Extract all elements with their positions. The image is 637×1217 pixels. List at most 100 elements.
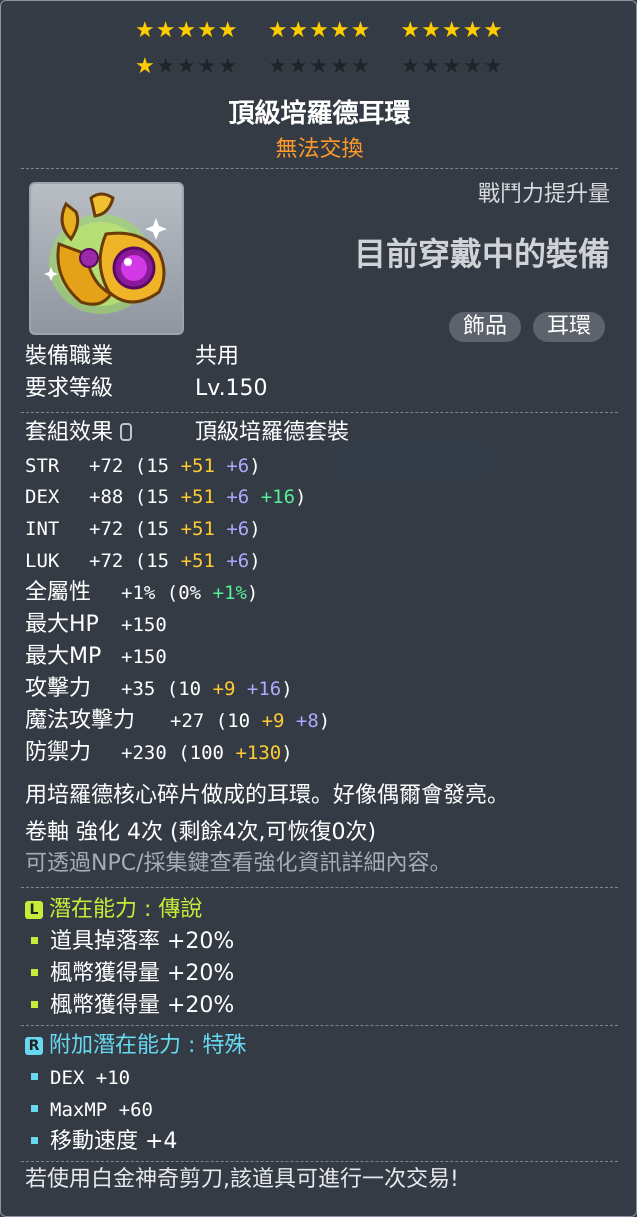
star-group: ★★★★★ [267,54,372,79]
stat-row-dex: DEX +88 (15 +51 +6 +16) [25,482,306,512]
star-force-row-2: ★★★★★ ★★★★★ ★★★★★ [1,55,637,79]
potential-line: 道具掉落率 +20% [25,927,234,957]
bullet-icon [31,1105,38,1112]
stat-total: +72 [89,550,124,572]
set-label-text: 套組效果 [25,420,114,445]
bullet-icon [31,1137,38,1144]
level-value: Lv.150 [195,376,268,401]
stat-base: 0% [178,582,202,604]
level-row: 要求等級 Lv.150 [25,374,268,404]
bullet-icon [31,1073,38,1080]
additional-potential-line: DEX +10 [25,1063,130,1093]
stat-total: +150 [121,646,167,668]
divider [21,1161,618,1163]
stat-name: STR [25,455,60,477]
stat-row-all-stat: 全屬性 +1% (0% +1%) [25,578,258,608]
stat-name: 最大HP [25,612,99,637]
tag-category: 飾品 [449,312,522,342]
potential-header: L 潛在能力 : 傳說 [25,895,202,925]
legendary-badge-icon: L [25,901,43,919]
star-group: ★★★★★ [400,18,505,43]
stat-star: +6 [226,455,250,477]
trade-scissors-note: 若使用白金神奇剪刀,該道具可進行一次交易! [25,1167,459,1192]
item-description: 用培羅德核心碎片做成的耳環。好像偶爾會發亮。 [25,783,510,808]
set-effect-value: 頂級培羅德套裝 [195,420,350,445]
stat-name: LUK [25,550,60,572]
stat-row-attack: 攻擊力 +35 (10 +9 +16) [25,674,293,704]
gold-purple-earring-icon [44,192,167,314]
additional-potential-text: MaxMP +60 [50,1099,153,1121]
stat-base: 15 [146,455,170,477]
item-tooltip: ★★★★★ ★★★★★ ★★★★★ ★★★★★ ★★★★★ ★★★★★ 頂級培羅… [0,0,637,1217]
additional-potential-header: R 附加潛在能力 : 特殊 [25,1031,246,1061]
stat-star: +6 [226,486,250,508]
star-force-row-1: ★★★★★ ★★★★★ ★★★★★ [1,19,637,43]
stat-name: INT [25,518,60,540]
stat-total: +27 [170,710,205,732]
stat-star: +6 [226,550,250,572]
stat-total: +35 [121,678,156,700]
stat-row-max-mp: 最大MP +150 [25,642,167,672]
stat-name: 全屬性 [25,580,92,605]
bullet-icon [31,969,38,976]
stat-row-magic-attack: 魔法攻擊力 +27 (10 +9 +8) [25,706,330,736]
divider [21,168,618,170]
lock-icon [120,423,133,441]
currently-equipped-label: 目前穿戴中的裝備 [353,235,610,273]
additional-potential-line: MaxMP +60 [25,1095,153,1125]
stat-row-defense: 防禦力 +230 (100 +130) [25,738,293,768]
stat-base: 15 [146,486,170,508]
stat-total: +1% [121,582,156,604]
stat-scroll: +51 [180,486,215,508]
set-effect-row: 套組效果 頂級培羅德套裝 [25,418,349,448]
additional-potential-line: 移動速度 +4 [25,1127,177,1157]
rare-badge-icon: R [25,1037,43,1055]
tag-type: 耳環 [533,312,606,342]
stat-total: +88 [89,486,124,508]
potential-text: 楓幣獲得量 +20% [50,993,235,1018]
potential-text: 楓幣獲得量 +20% [50,961,235,986]
additional-potential-text: DEX +10 [50,1067,131,1089]
stat-name: 最大MP [25,644,102,669]
set-effect-label: 套組效果 [25,418,171,448]
potential-line: 楓幣獲得量 +20% [25,991,234,1021]
stat-base: 15 [146,518,170,540]
bullet-icon [31,937,38,944]
stat-flame: +16 [260,486,296,508]
stat-scroll: +51 [180,518,215,540]
stat-scroll: +9 [212,678,236,700]
job-row: 裝備職業 共用 [25,342,239,372]
stat-name: 攻擊力 [25,676,92,701]
stat-star: +16 [246,678,282,700]
stat-base: 15 [146,550,170,572]
stat-name: 魔法攻擊力 [25,708,136,733]
enhance-info: 卷軸 強化 4次 (剩餘4次,可恢復0次) [25,820,377,845]
stat-total: +72 [89,518,124,540]
stat-row-int: INT +72 (15 +51 +6) [25,514,261,544]
additional-potential-label: 附加潛在能力 : 特殊 [49,1033,247,1058]
stat-total: +150 [121,614,167,636]
stat-row-luk: LUK +72 (15 +51 +6) [25,546,261,576]
job-label: 裝備職業 [25,344,114,369]
divider [21,412,618,414]
stat-name: 防禦力 [25,740,92,765]
stat-base: 10 [227,710,251,732]
potential-text: 道具掉落率 +20% [50,929,235,954]
job-value: 共用 [195,344,240,369]
stat-name: DEX [25,486,60,508]
stat-base: 100 [189,742,224,764]
stat-scroll: +51 [180,455,215,477]
trade-status: 無法交換 [275,137,364,162]
item-icon-frame [29,182,184,335]
level-label: 要求等級 [25,376,114,401]
divider [21,887,618,889]
stat-row-max-hp: 最大HP +150 [25,610,167,640]
stat-base: 10 [178,678,202,700]
stat-star: +6 [226,518,250,540]
potential-label: 潛在能力 : 傳說 [49,897,203,922]
stat-total: +72 [89,455,124,477]
potential-line: 楓幣獲得量 +20% [25,959,234,989]
stat-star: +8 [295,710,319,732]
additional-potential-text: 移動速度 +4 [50,1129,178,1154]
stat-flame: +1% [212,582,247,604]
